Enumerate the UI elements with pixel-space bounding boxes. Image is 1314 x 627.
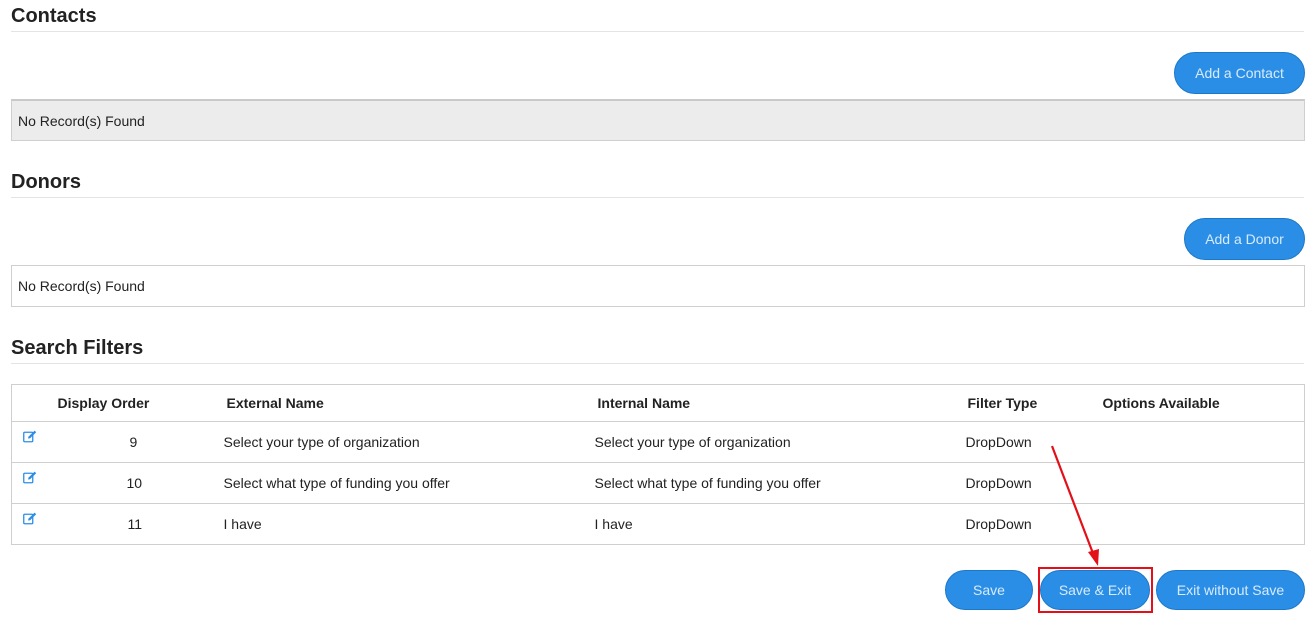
search-filters-divider	[11, 363, 1304, 364]
display-order-header: Display Order	[45, 384, 224, 422]
search-filters-title: Search Filters	[11, 337, 144, 359]
external-name-cell: I have	[223, 516, 262, 532]
filter-type-cell: DropDown	[965, 421, 1103, 463]
filter-type-cell: DropDown	[965, 516, 1032, 532]
donors-empty-row: No Record(s) Found	[11, 265, 1305, 307]
options-available-cell	[1102, 421, 1305, 463]
display-order-cell: 10	[45, 462, 224, 504]
internal-name-cell: I have	[594, 516, 633, 532]
donors-title: Donors	[11, 171, 81, 193]
filter-type-cell: DropDown	[965, 462, 1103, 504]
page: Contacts Add a Contact No Record(s) Foun…	[0, 0, 1314, 627]
save-and-exit-button[interactable]: Save & Exit	[1040, 570, 1150, 610]
internal-name-header: Internal Name	[594, 384, 966, 422]
edit-icon[interactable]	[23, 512, 37, 528]
contacts-title: Contacts	[11, 5, 97, 27]
display-order-cell: 11	[127, 516, 143, 532]
display-order-cell: 9	[45, 421, 224, 463]
edit-icon[interactable]	[23, 471, 37, 487]
edit-cell	[12, 504, 46, 545]
search-filters-table: Display Order External Name Internal Nam…	[11, 384, 1305, 545]
table-header-row: Display Order External Name Internal Nam…	[11, 384, 1305, 422]
filter-type-header: Filter Type	[965, 384, 1103, 422]
external-name-cell: Select what type of funding you offer	[223, 462, 595, 504]
add-contact-button[interactable]: Add a Contact	[1174, 52, 1305, 94]
options-available-cell	[1102, 462, 1305, 504]
external-name-header: External Name	[223, 384, 595, 422]
donors-empty-text: No Record(s) Found	[18, 278, 145, 294]
add-donor-button[interactable]: Add a Donor	[1184, 218, 1305, 260]
exit-without-save-button[interactable]: Exit without Save	[1156, 570, 1305, 610]
table-row: 11 I have I have DropDown	[12, 504, 1305, 545]
donors-divider	[11, 197, 1304, 198]
internal-name-cell: Select your type of organization	[594, 421, 966, 463]
options-available-header: Options Available	[1102, 384, 1305, 422]
external-name-cell: Select your type of organization	[223, 421, 595, 463]
contacts-divider	[11, 31, 1304, 32]
options-available-cell	[1103, 504, 1305, 545]
contacts-empty-row: No Record(s) Found	[11, 99, 1305, 141]
edit-icon[interactable]	[23, 430, 37, 446]
edit-cell	[11, 421, 46, 463]
edit-cell	[11, 462, 46, 504]
table-row: 10 Select what type of funding you offer…	[11, 462, 1305, 504]
edit-column-header	[11, 384, 46, 422]
internal-name-cell: Select what type of funding you offer	[594, 462, 966, 504]
save-button[interactable]: Save	[945, 570, 1033, 610]
contacts-empty-text: No Record(s) Found	[18, 112, 145, 129]
table-row: 9 Select your type of organization Selec…	[11, 421, 1305, 463]
